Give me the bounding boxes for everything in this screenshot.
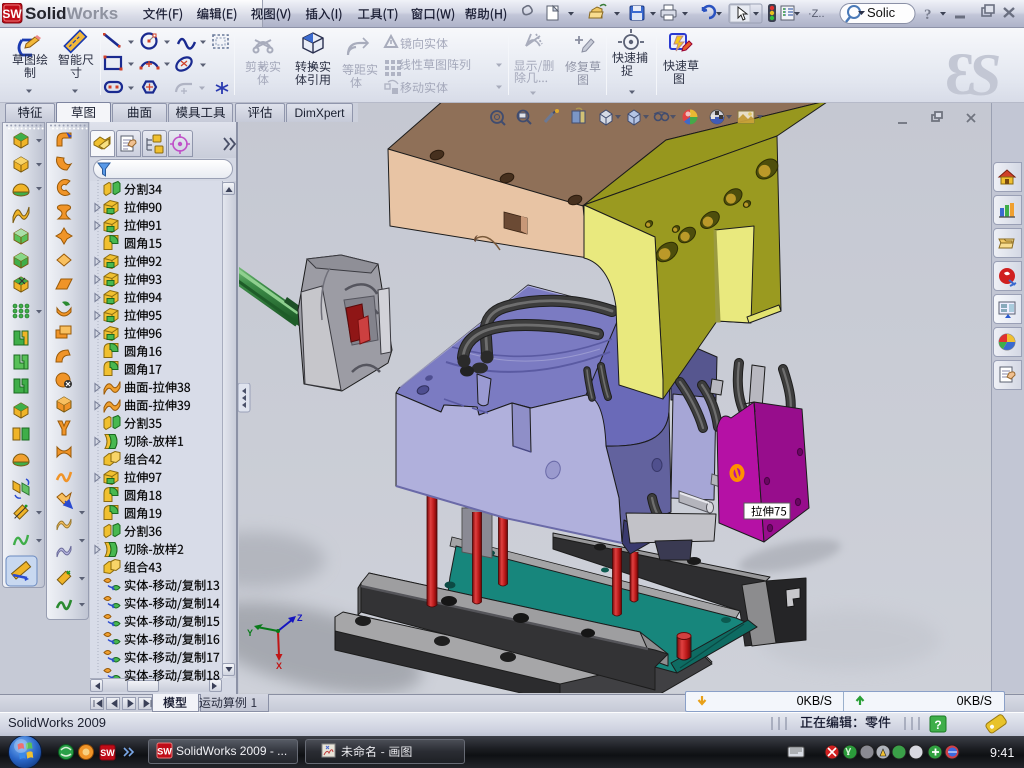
svg-text:Z: Z <box>297 613 303 623</box>
svg-text:SW: SW <box>157 747 172 757</box>
svg-text:?: ? <box>934 718 941 732</box>
svg-text:SW: SW <box>100 748 115 758</box>
svg-text:S: S <box>968 42 1001 103</box>
svg-text:9:41: 9:41 <box>990 746 1014 760</box>
svg-text:Y: Y <box>247 628 253 638</box>
svg-text:X: X <box>276 661 282 671</box>
